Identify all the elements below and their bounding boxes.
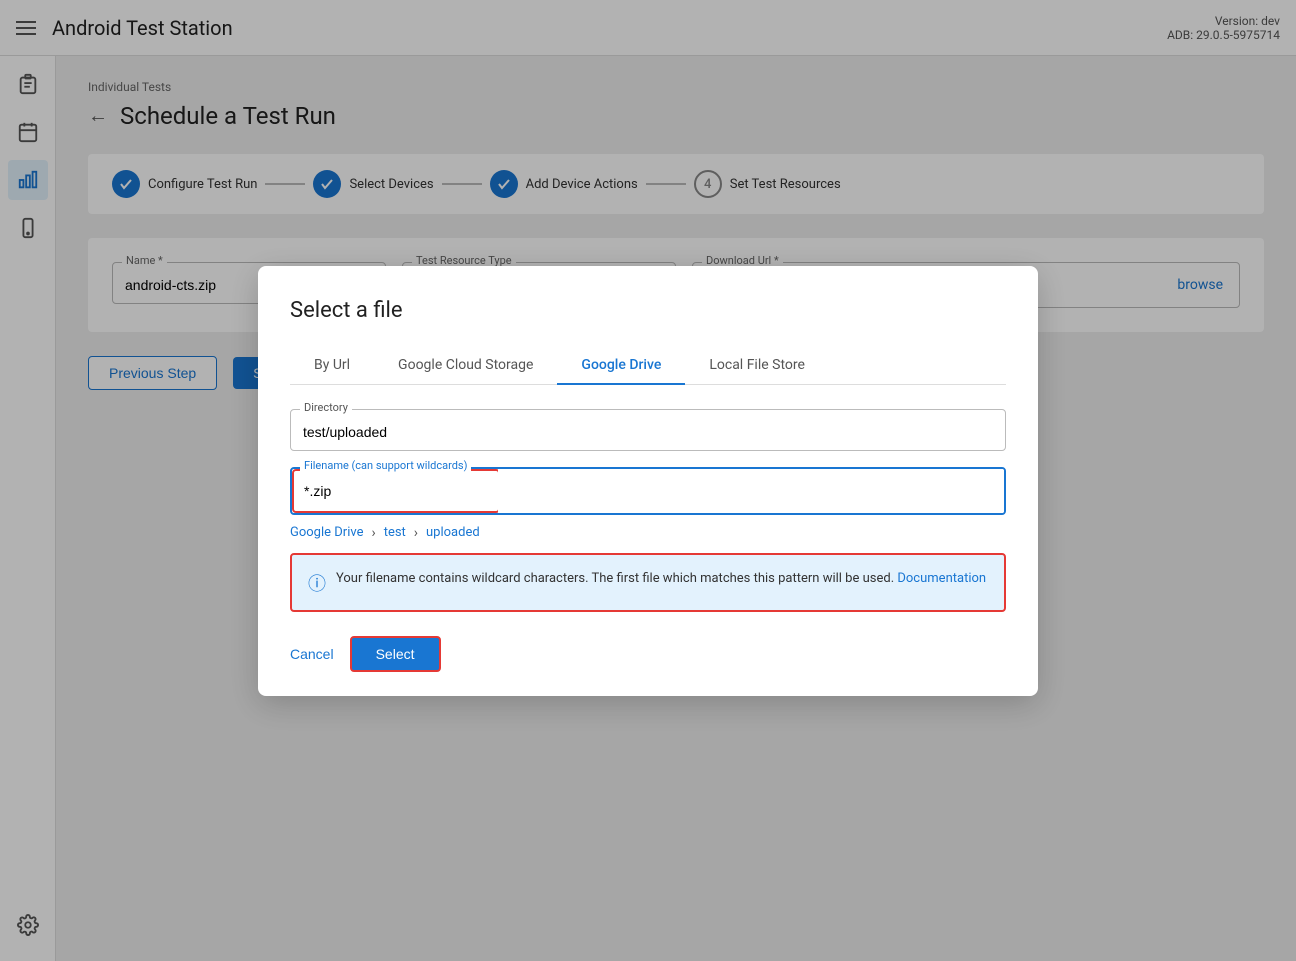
tab-local-file-store[interactable]: Local File Store: [685, 347, 829, 385]
breadcrumb-root[interactable]: Google Drive: [290, 525, 363, 540]
filename-rest: [498, 469, 1004, 513]
modal-actions: Cancel Select: [290, 636, 1006, 672]
tab-google-cloud-storage[interactable]: Google Cloud Storage: [374, 347, 557, 385]
modal-overlay: Select a file By Url Google Cloud Storag…: [0, 0, 1296, 961]
info-box: ⓘ Your filename contains wildcard charac…: [290, 553, 1006, 612]
filename-field-wrapper: Filename (can support wildcards): [290, 467, 1006, 515]
info-text: Your filename contains wildcard characte…: [336, 569, 986, 589]
info-icon: ⓘ: [308, 570, 326, 596]
filename-input[interactable]: [296, 473, 496, 509]
tab-by-url[interactable]: By Url: [290, 347, 374, 385]
documentation-link[interactable]: Documentation: [897, 571, 986, 586]
modal-select-button[interactable]: Select: [350, 636, 441, 672]
filename-label: Filename (can support wildcards): [300, 459, 471, 472]
breadcrumb-test[interactable]: test: [384, 525, 406, 540]
filename-highlight: [292, 469, 500, 513]
directory-label: Directory: [300, 401, 352, 414]
directory-input[interactable]: [290, 409, 1006, 451]
filename-rest-input[interactable]: [498, 469, 1004, 513]
modal-tabs: By Url Google Cloud Storage Google Drive…: [290, 347, 1006, 385]
select-file-modal: Select a file By Url Google Cloud Storag…: [258, 266, 1038, 696]
breadcrumb-uploaded[interactable]: uploaded: [426, 525, 480, 540]
filename-input-outer: [290, 467, 1006, 515]
tab-google-drive[interactable]: Google Drive: [557, 347, 685, 385]
modal-file-breadcrumb: Google Drive › test › uploaded: [290, 525, 1006, 541]
directory-field: Directory: [290, 409, 1006, 451]
modal-cancel-button[interactable]: Cancel: [290, 646, 334, 662]
modal-title: Select a file: [290, 298, 1006, 323]
